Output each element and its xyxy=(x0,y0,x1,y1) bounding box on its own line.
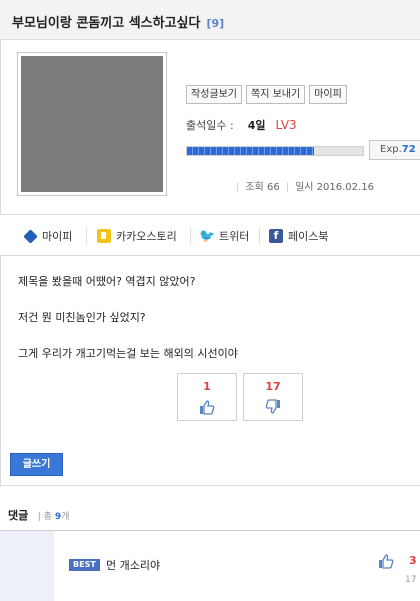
downvote-count: 17 xyxy=(265,380,281,393)
divider xyxy=(86,228,87,244)
share-mypi[interactable]: 마이피 xyxy=(23,228,73,244)
best-comment: BEST 먼 개소리야 3 17 xyxy=(0,530,420,601)
kakaostory-icon xyxy=(97,229,111,243)
profile-buttons: 작성글보기 쪽지 보내기 마이피 xyxy=(186,85,347,104)
upvote-count: 1 xyxy=(203,380,211,393)
share-label: 페이스북 xyxy=(288,230,329,243)
comments-total: | 총 9개 xyxy=(37,512,70,522)
mypi-cube-icon xyxy=(23,228,38,244)
post-body-line: 제목을 봤을때 어땠어? 역겹지 않았어? xyxy=(18,275,196,288)
post-title-text: 부모님이랑 콘돔끼고 섹스하고싶다 xyxy=(12,16,201,31)
post-title-bar: 부모님이랑 콘돔끼고 섹스하고싶다 [9] xyxy=(0,0,420,40)
write-post-button[interactable]: 글쓰기 xyxy=(10,453,63,476)
comments-header: 댓글 | 총 9개 xyxy=(8,507,69,523)
post-body-line: 저건 뭔 미친놈인가 싶었지? xyxy=(18,311,146,324)
best-comment-text: 먼 개소리야 xyxy=(106,559,161,572)
downvote-button[interactable]: 17 xyxy=(243,373,303,421)
comments-total-prefix: 총 xyxy=(43,512,52,522)
share-label: 마이피 xyxy=(42,230,73,243)
send-message-button[interactable]: 쪽지 보내기 xyxy=(246,85,306,104)
share-label: 트위터 xyxy=(219,230,250,243)
attendance-days: 4일 xyxy=(247,119,266,132)
mypi-button[interactable]: 마이피 xyxy=(309,85,347,104)
post-body-line: 그게 우리가 개고기먹는걸 보는 해외의 시선이야 xyxy=(18,347,238,360)
share-kakaostory[interactable]: 카카오스토리 xyxy=(97,228,177,244)
comment-like-icon[interactable] xyxy=(378,553,394,572)
view-posts-button[interactable]: 작성글보기 xyxy=(186,85,242,104)
exp-value: 72 xyxy=(401,144,416,155)
post-meta: | 조회 66 | 일시 2016.02.16 xyxy=(236,182,374,193)
share-bar: 마이피 카카오스토리 🐦 트위터 f 페이스북 xyxy=(0,214,420,256)
share-twitter[interactable]: 🐦 트위터 xyxy=(199,228,249,244)
exp-progress-fill xyxy=(187,147,314,155)
share-label: 카카오스토리 xyxy=(116,230,177,243)
best-badge: BEST xyxy=(69,559,100,571)
upvote-button[interactable]: 1 xyxy=(177,373,237,421)
avatar-image xyxy=(21,56,163,192)
views-label: 조회 xyxy=(245,182,264,193)
best-comment-likes: 3 xyxy=(409,554,417,567)
comments-total-suffix: 개 xyxy=(61,512,70,522)
views-count: 66 xyxy=(266,182,280,193)
comment-avatar-column xyxy=(0,531,54,601)
exp-label: Exp. xyxy=(380,144,402,155)
attendance-info: 출석일수 : 4일 LV3 xyxy=(186,117,297,133)
attendance-label: 출석일수 : xyxy=(186,119,234,132)
comments-title: 댓글 xyxy=(8,509,29,522)
facebook-icon: f xyxy=(269,229,283,243)
date-label: 일시 xyxy=(295,182,314,193)
post-date: 2016.02.16 xyxy=(316,182,374,193)
thumbs-down-icon xyxy=(244,399,302,418)
user-level: LV3 xyxy=(275,118,297,132)
share-facebook[interactable]: f 페이스북 xyxy=(269,228,328,244)
thumbs-up-icon xyxy=(178,399,236,418)
divider xyxy=(259,228,260,244)
exp-tag: Exp.72 xyxy=(369,140,420,160)
post-title: 부모님이랑 콘돔끼고 섹스하고싶다 [9] xyxy=(12,12,224,31)
best-comment-sub: 17 xyxy=(405,575,417,585)
author-avatar[interactable] xyxy=(17,52,167,196)
comment-count-badge[interactable]: [9] xyxy=(206,17,224,30)
exp-progress-bar xyxy=(186,146,364,156)
divider xyxy=(190,228,191,244)
twitter-icon: 🐦 xyxy=(199,228,216,244)
